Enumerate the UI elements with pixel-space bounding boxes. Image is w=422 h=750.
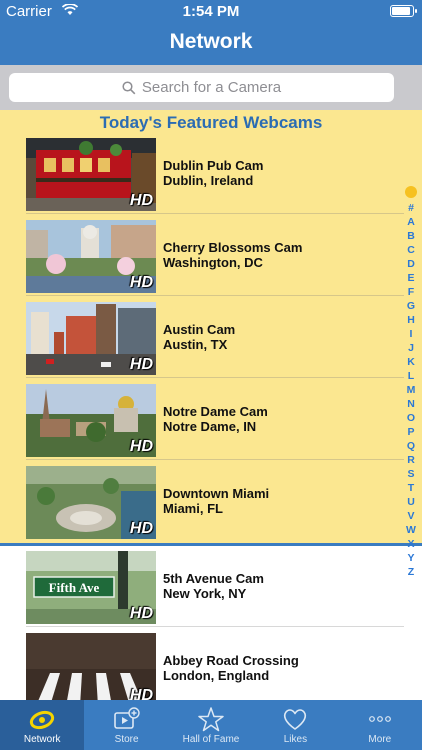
network-icon [30,710,55,730]
index-letter[interactable]: Q [404,439,418,453]
index-letter[interactable]: X [404,537,418,551]
featured-title: Today's Featured Webcams [99,113,323,132]
index-letter[interactable]: E [404,271,418,285]
cam-thumbnail: HD [26,466,156,539]
cam-name: Notre Dame Cam [163,404,268,419]
cam-location: Washington, DC [163,255,263,270]
index-letter[interactable]: I [404,327,418,341]
cam-thumbnail: Fifth Ave HD [26,551,156,624]
featured-section: Today's Featured Webcams HD Dublin Pub C… [0,110,422,543]
index-letter[interactable]: W [404,523,418,537]
clock: 1:54 PM [182,3,240,20]
cam-info: Cherry Blossoms Cam Washington, DC [163,240,302,270]
featured-cam-row[interactable]: HD Austin Cam Austin, TX [0,296,404,378]
cam-row[interactable]: Fifth Ave HD 5th Avenue Cam New York, NY [0,545,404,627]
featured-cam-row[interactable]: HD Dublin Pub Cam Dublin, Ireland [0,132,404,214]
tab-label: Likes [283,734,308,745]
index-letter[interactable]: B [404,229,418,243]
status-bar: Carrier 1:54 PM [0,0,422,22]
index-letter[interactable]: F [404,285,418,299]
index-letter[interactable]: Y [404,551,418,565]
cam-location: Miami, FL [163,501,223,516]
store-icon [113,707,140,729]
index-letter[interactable]: S [404,467,418,481]
cam-row[interactable]: HD Abbey Road Crossing London, England [0,627,404,709]
hd-badge: HD [129,438,153,455]
index-letter[interactable]: N [404,397,418,411]
tab-bar: Network Store Hall of Fame Likes More [0,700,422,750]
featured-cam-row[interactable]: HD Cherry Blossoms Cam Washington, DC [0,214,404,296]
search-placeholder: Search for a Camera [141,79,282,96]
index-letter[interactable]: D [404,257,418,271]
search-bar: Search for a Camera [0,65,422,110]
featured-cam-row[interactable]: HD Downtown Miami Miami, FL [0,460,404,542]
navigation-bar: Network [0,22,422,65]
cam-thumbnail: HD [26,138,156,211]
index-letter[interactable]: M [404,383,418,397]
page-title: Network [169,30,253,53]
cam-location: London, England [163,668,270,683]
tab-label: Store [114,734,139,745]
index-letter[interactable]: A [404,215,418,229]
cam-name: Austin Cam [163,322,236,337]
cam-name: 5th Avenue Cam [163,571,264,586]
index-letter[interactable]: J [404,341,418,355]
tab-label: Network [23,734,61,745]
tab-label: More [368,734,392,745]
cam-thumbnail: HD [26,220,156,293]
cam-name: Downtown Miami [163,486,270,501]
cam-location: New York, NY [163,586,247,601]
tab-hall-of-fame[interactable]: Hall of Fame [169,700,253,750]
cam-location: Dublin, Ireland [163,173,254,188]
section-index[interactable]: # A B C D E F G H I J K L M N O P Q R S T U V W X Y Z [404,186,418,579]
cam-info: Austin Cam Austin, TX [163,322,235,352]
featured-cam-row[interactable]: HD Notre Dame Cam Notre Dame, IN [0,378,404,460]
index-letter[interactable]: R [404,453,418,467]
index-letter[interactable]: V [404,509,418,523]
tab-more[interactable]: More [338,700,422,750]
index-letter[interactable]: L [404,369,418,383]
index-letter[interactable]: O [404,411,418,425]
street-sign-text: Fifth Ave [49,580,100,595]
index-letter[interactable]: Z [404,565,418,579]
cam-location: Austin, TX [163,337,228,352]
index-letter[interactable]: P [404,425,418,439]
cam-thumbnail: HD [26,633,156,706]
cam-info: Downtown Miami Miami, FL [163,486,269,516]
hd-badge: HD [129,274,153,291]
search-input[interactable]: Search for a Camera [9,73,394,102]
tab-store[interactable]: Store [84,700,168,750]
tab-network[interactable]: Network [0,700,85,750]
battery-icon [390,5,417,17]
index-letter[interactable]: # [404,201,418,215]
heart-icon [284,709,307,730]
cam-location: Notre Dame, IN [163,419,257,434]
cam-name: Abbey Road Crossing [163,653,299,668]
cam-name: Dublin Pub Cam [163,158,264,173]
star-icon [198,707,224,732]
tab-label: Hall of Fame [182,734,240,745]
cam-info: Abbey Road Crossing London, England [163,653,299,683]
hd-badge: HD [129,520,153,537]
index-letter[interactable]: K [404,355,418,369]
cam-info: Dublin Pub Cam Dublin, Ireland [163,158,263,188]
index-letter[interactable]: T [404,481,418,495]
index-letter[interactable]: U [404,495,418,509]
hd-badge: HD [129,192,153,209]
cam-info: 5th Avenue Cam New York, NY [163,571,264,601]
index-letter[interactable]: C [404,243,418,257]
cam-thumbnail: HD [26,302,156,375]
index-letter[interactable]: H [404,313,418,327]
tab-likes[interactable]: Likes [253,700,337,750]
emoji-index-icon[interactable] [405,186,417,198]
cam-thumbnail: HD [26,384,156,457]
cam-info: Notre Dame Cam Notre Dame, IN [163,404,268,434]
search-icon [122,81,136,95]
more-icon [368,716,391,722]
hd-badge: HD [129,356,153,373]
cam-name: Cherry Blossoms Cam [163,240,303,255]
hd-badge: HD [129,605,153,622]
index-letter[interactable]: G [404,299,418,313]
